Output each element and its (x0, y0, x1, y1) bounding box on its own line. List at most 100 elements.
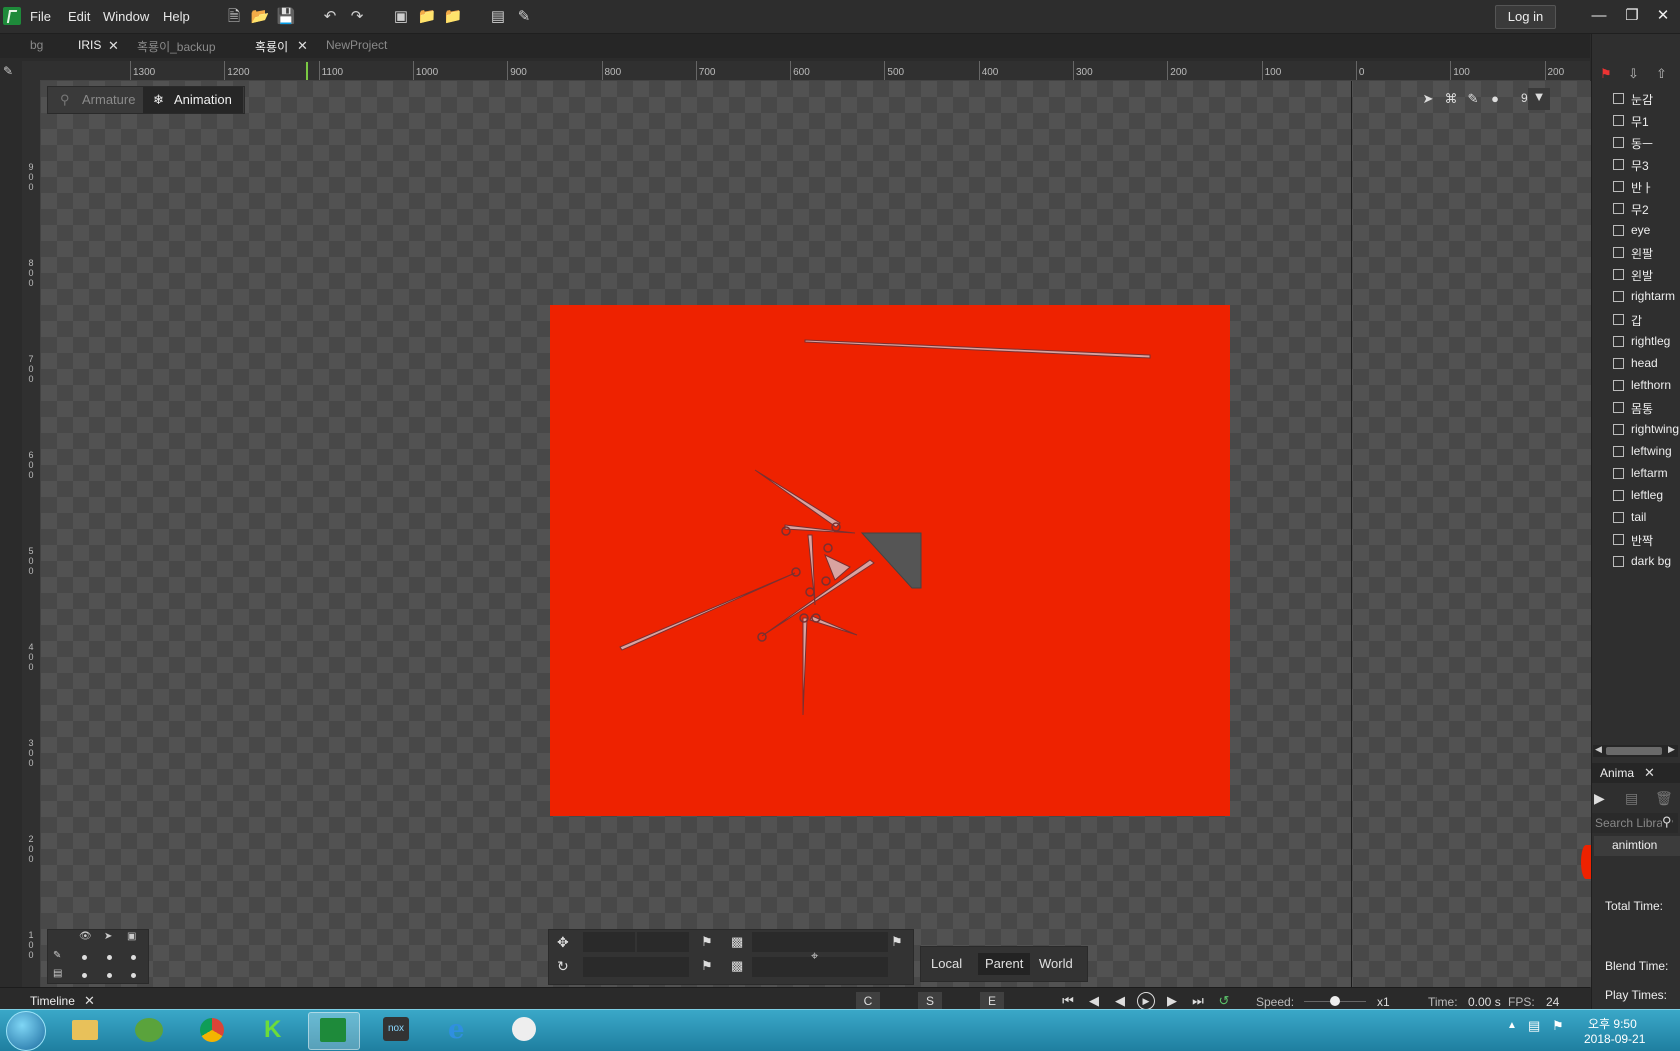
move-icon[interactable]: ✥ (557, 934, 569, 951)
tab-backup[interactable]: 혹룡이_backup (137, 38, 216, 55)
c-button[interactable]: C (856, 992, 880, 1010)
expand-icon[interactable]: ⇧ (1656, 66, 1667, 82)
pivot-icon[interactable]: ⌖ (811, 948, 818, 964)
scroll-left-icon[interactable]: ◀ (1595, 744, 1602, 755)
animation-mode-button[interactable]: ❄ Animation (143, 87, 243, 113)
rotation-field[interactable] (583, 957, 689, 977)
timeline-tab[interactable]: Timeline (30, 994, 75, 1008)
play-icon[interactable]: ▶ (1137, 992, 1155, 1010)
parent-space-button[interactable]: Parent (978, 953, 1031, 975)
login-button[interactable]: Log in (1495, 5, 1556, 29)
tab-main[interactable]: 혹룡이 (255, 38, 288, 55)
onion-skin-icon[interactable]: ● (1486, 90, 1504, 108)
flag-icon[interactable]: ⚑ (701, 958, 713, 974)
skew-field[interactable] (752, 957, 888, 977)
lock-icon[interactable]: ▣ (127, 931, 136, 942)
library-tab[interactable]: Anima (1600, 766, 1634, 780)
menu-window[interactable]: Window (103, 9, 149, 24)
restore-icon[interactable]: ❐ (1621, 5, 1643, 27)
add-animation-icon[interactable]: ▶ (1594, 790, 1605, 807)
redo-icon[interactable]: ↷ (347, 7, 367, 27)
menu-help[interactable]: Help (163, 9, 190, 24)
menu-edit[interactable]: Edit (68, 9, 90, 24)
loop-icon[interactable]: ↺ (1215, 992, 1233, 1010)
toggle-dot[interactable] (82, 955, 87, 960)
brush-icon[interactable]: ✎ (1464, 90, 1482, 108)
rotate-icon[interactable]: ↻ (557, 958, 569, 975)
tab-bg[interactable]: bg (30, 38, 43, 52)
position-y-field[interactable] (637, 932, 689, 952)
new-project-icon[interactable]: 🗎 (224, 7, 244, 27)
game-app-icon[interactable] (124, 1012, 174, 1048)
last-frame-icon[interactable]: ⏭ (1189, 992, 1207, 1010)
tab-newproject[interactable]: NewProject (326, 38, 387, 52)
toggle-dot[interactable] (107, 955, 112, 960)
toggle-dot[interactable] (131, 955, 136, 960)
tab-iris[interactable]: IRIS (78, 38, 101, 52)
dragonbones-pro-icon[interactable] (308, 1012, 360, 1050)
library-item[interactable]: animtion (1594, 836, 1680, 856)
search-icon[interactable]: ⚲ (1662, 814, 1672, 830)
save-icon[interactable]: 💾 (276, 7, 296, 27)
first-frame-icon[interactable]: ⏮ (1059, 992, 1077, 1010)
s-button[interactable]: S (918, 992, 942, 1010)
cursor-icon[interactable]: ➤ (104, 931, 112, 942)
timeline-close-icon[interactable]: ✕ (84, 993, 95, 1009)
scroll-right-icon[interactable]: ▶ (1668, 744, 1675, 755)
toggle-dot[interactable] (82, 973, 87, 978)
toggle-dot[interactable] (107, 973, 112, 978)
start-button-icon[interactable] (6, 1011, 46, 1051)
internet-explorer-icon[interactable]: e (436, 1012, 486, 1048)
action-center-flag-icon[interactable]: ⚑ (1552, 1018, 1564, 1034)
skew-icon[interactable]: ▩ (731, 958, 743, 974)
export-folder-icon[interactable]: 📁 (443, 7, 463, 27)
prev-frame-icon[interactable]: ◀ (1111, 992, 1129, 1010)
tray-arrow-icon[interactable]: ▲ (1507, 1020, 1517, 1031)
collapse-icon[interactable]: ⇩ (1628, 66, 1639, 82)
nox-icon[interactable]: nox (372, 1012, 422, 1048)
import-folder-icon[interactable]: 📁 (417, 7, 437, 27)
image-icon[interactable]: ▤ (53, 968, 62, 979)
armature-mode-button[interactable]: ⚲ Armature (48, 87, 142, 113)
library-search[interactable]: Search Library ⚲ (1592, 813, 1678, 833)
import-icon[interactable]: ▣ (391, 7, 411, 27)
position-x-field[interactable] (583, 932, 635, 952)
eye-icon[interactable]: 👁 (79, 931, 92, 942)
e-button[interactable]: E (980, 992, 1004, 1010)
edit-icon[interactable]: ✎ (514, 7, 534, 27)
explorer-icon[interactable] (60, 1012, 110, 1048)
undo-icon[interactable]: ↶ (320, 7, 340, 27)
select-cursor-icon[interactable]: ➤ (1419, 90, 1437, 108)
ruler-corner-icon[interactable]: ✎ (3, 64, 19, 80)
tab-close-icon[interactable]: ✕ (108, 38, 119, 54)
next-frame-icon[interactable]: ▶ (1163, 992, 1181, 1010)
world-space-button[interactable]: World (1032, 953, 1080, 975)
export-icon[interactable]: ▤ (488, 7, 508, 27)
toggle-dot[interactable] (131, 973, 136, 978)
armature-bones[interactable] (550, 305, 1230, 816)
delete-icon[interactable]: 🗑 (1655, 790, 1673, 807)
messenger-icon[interactable] (500, 1012, 550, 1048)
scale-icon[interactable]: ▩ (731, 934, 743, 950)
local-space-button[interactable]: Local (924, 953, 969, 975)
network-icon[interactable]: ▤ (1528, 1018, 1540, 1034)
library-close-icon[interactable]: ✕ (1644, 765, 1655, 781)
scrollbar-thumb[interactable] (1606, 747, 1662, 755)
close-window-icon[interactable]: ✕ (1652, 5, 1674, 27)
prev-key-icon[interactable]: ◀ (1085, 992, 1103, 1010)
minimize-icon[interactable]: — (1588, 5, 1610, 27)
dragonbones-icon[interactable]: K (252, 1012, 302, 1048)
flag-icon[interactable]: ⚑ (701, 934, 713, 950)
menu-file[interactable]: File (30, 9, 51, 24)
zoom-dropdown-icon[interactable]: ▼ (1528, 88, 1550, 110)
duplicate-icon[interactable]: ▤ (1625, 790, 1638, 807)
open-folder-icon[interactable]: 📂 (250, 7, 270, 27)
scale-field[interactable] (752, 932, 888, 952)
tab-close-icon[interactable]: ✕ (297, 38, 308, 54)
speed-slider-thumb[interactable] (1330, 996, 1340, 1006)
bone-tool-icon[interactable]: ⌘ (1442, 90, 1460, 108)
flag-icon[interactable]: ⚑ (891, 934, 903, 950)
pen-icon[interactable]: ✎ (53, 950, 61, 961)
flag-red-icon[interactable]: ⚑ (1600, 66, 1612, 82)
chrome-icon[interactable] (188, 1012, 238, 1048)
